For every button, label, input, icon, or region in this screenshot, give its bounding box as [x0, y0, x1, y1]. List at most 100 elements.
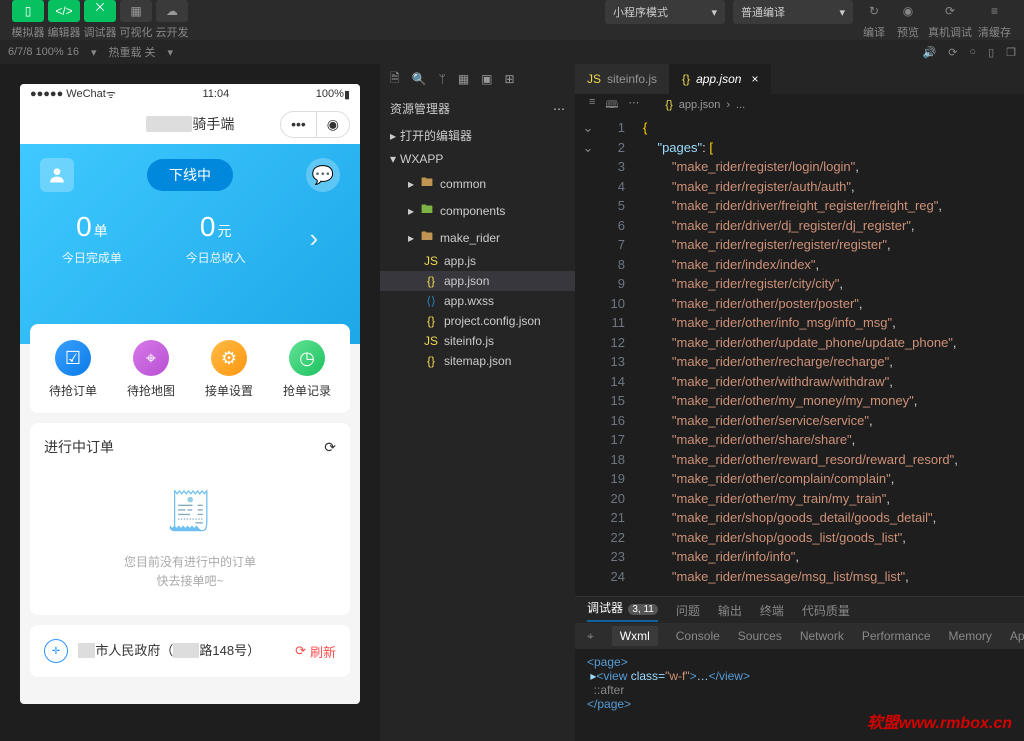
code-editor[interactable]: ⌄⌄ 1234567891011121314151617181920212223…: [575, 116, 1024, 596]
json-icon: {}: [424, 274, 438, 288]
tab-code-quality[interactable]: 代码质量: [802, 602, 850, 619]
inspect-icon[interactable]: ⌖: [587, 629, 594, 644]
subtab-console[interactable]: Console: [676, 629, 720, 643]
more-icon[interactable]: ⋯: [628, 96, 639, 115]
debugger-button[interactable]: ྾: [84, 0, 116, 22]
subtab-performance[interactable]: Performance: [862, 629, 931, 643]
folder-common[interactable]: ▸🖿common: [380, 170, 575, 197]
status-button[interactable]: 下线中: [147, 159, 233, 191]
compile-icon[interactable]: ↻: [860, 0, 888, 22]
file-app-wxss[interactable]: ⟨⟩app.wxss: [380, 291, 575, 311]
chevron-right-icon: ▸: [390, 129, 396, 143]
bookmark-icon[interactable]: 🕮: [605, 96, 618, 115]
js-icon: JS: [587, 72, 601, 86]
refresh-icon[interactable]: ⟳: [948, 46, 957, 59]
file-app-js[interactable]: JSapp.js: [380, 251, 575, 271]
second-bar: 6/7/8 100% 16 ▾ 热重载 关 ▾ 🔊 ⟳ ○ ▯ ❐: [0, 40, 1024, 64]
file-app-json[interactable]: {}app.json: [380, 271, 575, 291]
volume-icon[interactable]: 🔊: [922, 46, 936, 59]
chevron-right-icon: ▸: [408, 231, 414, 245]
list-icon[interactable]: ≡: [589, 96, 595, 115]
search-icon[interactable]: 🔍: [412, 72, 427, 86]
phone-header: XX骑手端 •••◉: [20, 104, 360, 144]
editor-panel: JSsiteinfo.js {}app.json× ≡🕮⋯ {} app.jso…: [575, 64, 1024, 741]
real-device-icon[interactable]: ⟳: [936, 0, 964, 22]
branch-icon[interactable]: ᛘ: [439, 72, 446, 86]
close-icon[interactable]: ×: [751, 72, 758, 86]
compile-dropdown[interactable]: 普通编译▾: [733, 0, 853, 24]
workspace-section[interactable]: ▾WXAPP: [380, 148, 575, 170]
tab-siteinfo[interactable]: JSsiteinfo.js: [575, 64, 670, 94]
explorer-icon-bar: 🗎 🔍 ᛘ ▦ ▣ ⊞: [380, 64, 575, 94]
phone-status-bar: ●●●●● WeChatᯤ 11:04 100%▮: [20, 84, 360, 104]
subtab-wxml[interactable]: Wxml: [612, 626, 658, 646]
chevron-down-icon: ▾: [390, 152, 396, 166]
folder-icon: 🖿: [420, 200, 434, 221]
json-icon: {}: [682, 72, 690, 86]
hot-reload[interactable]: 热重载 关: [108, 44, 155, 60]
device-icon[interactable]: ▯: [988, 46, 994, 59]
tile-pending-orders[interactable]: ☑待抢订单: [34, 340, 112, 399]
layout-icon[interactable]: ▣: [481, 72, 492, 86]
mode-dropdown[interactable]: 小程序模式▾: [605, 0, 725, 24]
refresh-icon[interactable]: ⟳: [324, 439, 336, 456]
home-icon[interactable]: ○: [969, 46, 976, 59]
subtab-sources[interactable]: Sources: [738, 629, 782, 643]
tile-order-settings[interactable]: ⚙接单设置: [190, 340, 268, 399]
explorer-header: 资源管理器⋯: [380, 94, 575, 123]
stat-orders[interactable]: 0单 今日完成单: [62, 211, 122, 266]
chat-icon[interactable]: 💬: [306, 158, 340, 192]
file-siteinfo[interactable]: JSsiteinfo.js: [380, 331, 575, 351]
chevron-down-icon: ▾: [839, 6, 845, 19]
tile-pending-map[interactable]: ⌖待抢地图: [112, 340, 190, 399]
device-info[interactable]: 6/7/8 100% 16: [8, 46, 79, 58]
simulator-button[interactable]: ▯: [12, 0, 44, 22]
refresh-icon: ⟳: [295, 643, 306, 659]
tab-terminal[interactable]: 终端: [760, 602, 784, 619]
location-card: ✛ XX市人民政府（XXX路148号） ⟳刷新: [30, 625, 350, 677]
chevron-right-icon: ▸: [408, 204, 414, 218]
subtab-appdata[interactable]: AppD: [1010, 629, 1024, 643]
file-sitemap[interactable]: {}sitemap.json: [380, 351, 575, 371]
target-icon: ✛: [44, 639, 68, 663]
open-editors-section[interactable]: ▸打开的编辑器: [380, 123, 575, 148]
breadcrumb: ≡🕮⋯ {} app.json › ...: [575, 94, 1024, 116]
subtab-memory[interactable]: Memory: [949, 629, 992, 643]
folder-components[interactable]: ▸🖿components: [380, 197, 575, 224]
more-icon[interactable]: •••: [281, 112, 316, 136]
preview-icon[interactable]: ◉: [894, 0, 922, 22]
chevron-right-icon: ▸: [408, 177, 414, 191]
window-icon[interactable]: ❐: [1006, 46, 1016, 59]
tab-problems[interactable]: 问题: [676, 602, 700, 619]
chevron-down-icon: ▾: [711, 6, 717, 19]
subtab-network[interactable]: Network: [800, 629, 844, 643]
stat-income[interactable]: 0元 今日总收入: [186, 211, 246, 266]
boxes-icon[interactable]: ▦: [458, 72, 469, 86]
phone-simulator: ●●●●● WeChatᯤ 11:04 100%▮ XX骑手端 •••◉ 下线中…: [20, 84, 360, 704]
gear-icon: ⚙: [211, 340, 247, 376]
tile-grab-record[interactable]: ◷抢单记录: [268, 340, 346, 399]
refresh-button[interactable]: ⟳刷新: [295, 642, 336, 661]
cloud-button[interactable]: ☁: [156, 0, 188, 22]
tab-app-json[interactable]: {}app.json×: [670, 64, 771, 94]
visualize-button[interactable]: ▦: [120, 0, 152, 22]
more-icon[interactable]: ⋯: [553, 102, 565, 116]
file-project-config[interactable]: {}project.config.json: [380, 311, 575, 331]
tab-debugger[interactable]: 调试器 3, 11: [587, 599, 658, 622]
chevron-right-icon[interactable]: ›: [309, 223, 318, 254]
files-icon[interactable]: 🗎: [390, 69, 400, 90]
editor-tabs: JSsiteinfo.js {}app.json×: [575, 64, 1024, 94]
tab-output[interactable]: 输出: [718, 602, 742, 619]
explorer-panel: 🗎 🔍 ᛘ ▦ ▣ ⊞ 资源管理器⋯ ▸打开的编辑器 ▾WXAPP ▸🖿comm…: [380, 64, 575, 741]
capsule-button[interactable]: •••◉: [280, 111, 350, 138]
avatar[interactable]: [40, 158, 74, 192]
folder-make-rider[interactable]: ▸🖿make_rider: [380, 224, 575, 251]
debugger-subtabs: ⌖ Wxml Console Sources Network Performan…: [575, 623, 1024, 649]
simulator-label: 模拟器: [12, 24, 45, 40]
ext-icon[interactable]: ⊞: [505, 72, 515, 86]
editor-button[interactable]: </>: [48, 0, 80, 22]
target-icon[interactable]: ◉: [316, 112, 349, 137]
debugger-label: 调试器: [84, 24, 117, 40]
clock-icon: ◷: [289, 340, 325, 376]
clear-cache-icon[interactable]: ≡: [981, 0, 1009, 22]
